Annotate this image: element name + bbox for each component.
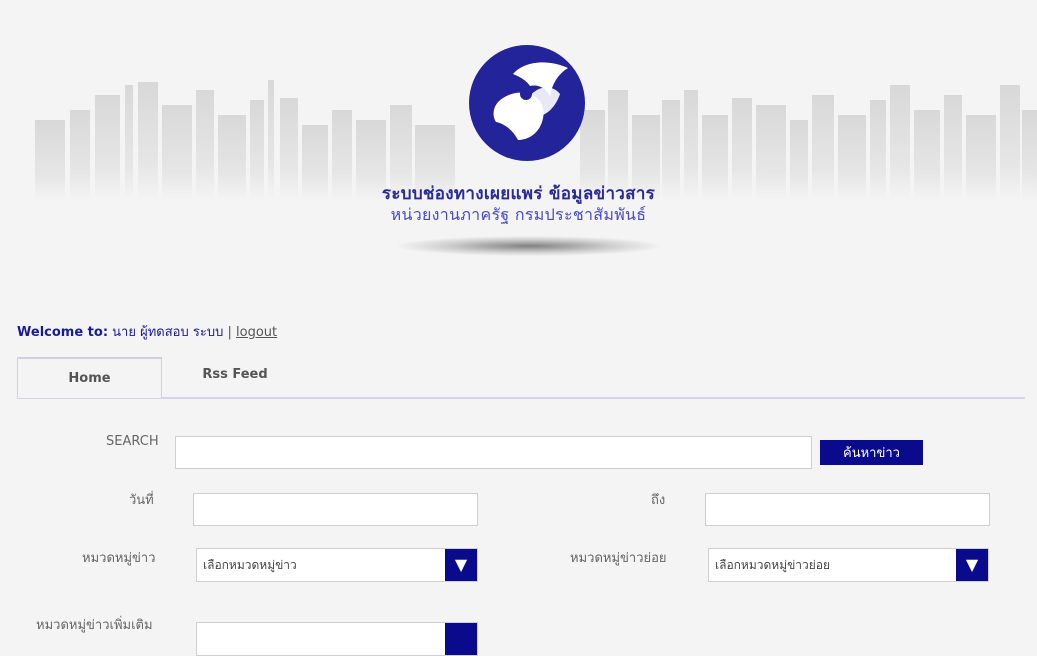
welcome-separator: | bbox=[227, 325, 232, 340]
date-from-label: วันที่ bbox=[129, 493, 154, 508]
subcategory-selected-value: เลือกหมวดหมู่ข่าวย่อย bbox=[715, 558, 831, 572]
extra-category-select[interactable] bbox=[196, 622, 478, 656]
tab-rss-feed[interactable]: Rss Feed bbox=[170, 357, 300, 393]
category-select[interactable]: เลือกหมวดหมู่ข่าว ▼ bbox=[196, 548, 478, 582]
chevron-down-icon[interactable]: ▼ bbox=[956, 549, 988, 581]
category-label: หมวดหมู่ข่าว bbox=[82, 551, 156, 566]
user-name: นาย ผู้ทดสอบ ระบบ bbox=[112, 325, 224, 340]
tab-home[interactable]: Home bbox=[17, 357, 162, 398]
date-from-field[interactable] bbox=[193, 493, 478, 526]
category-selected-value: เลือกหมวดหมู่ข่าว bbox=[203, 558, 297, 572]
header-title-line2: หน่วยงานภาครัฐ กรมประชาสัมพันธ์ bbox=[390, 205, 647, 224]
search-label: SEARCH bbox=[106, 434, 159, 449]
department-logo bbox=[469, 45, 585, 161]
date-to-field[interactable] bbox=[705, 493, 990, 526]
tab-divider bbox=[17, 397, 1025, 399]
chevron-down-icon[interactable]: ▼ bbox=[445, 549, 477, 581]
logo-shadow bbox=[398, 236, 660, 256]
date-to-label: ถึง bbox=[651, 493, 666, 508]
chevron-down-icon[interactable] bbox=[445, 623, 477, 655]
search-news-button[interactable]: ค้นหาข่าว bbox=[820, 440, 923, 465]
extra-category-label: หมวดหมู่ข่าวเพิ่มเติม bbox=[36, 618, 153, 633]
welcome-label: Welcome to: bbox=[17, 325, 109, 340]
search-input[interactable] bbox=[175, 436, 812, 469]
welcome-bar: Welcome to: นาย ผู้ทดสอบ ระบบ | logout bbox=[17, 321, 277, 342]
logout-link[interactable]: logout bbox=[236, 325, 277, 340]
subcategory-label: หมวดหมู่ข่าวย่อย bbox=[570, 551, 667, 566]
subcategory-select[interactable]: เลือกหมวดหมู่ข่าวย่อย ▼ bbox=[708, 548, 989, 582]
